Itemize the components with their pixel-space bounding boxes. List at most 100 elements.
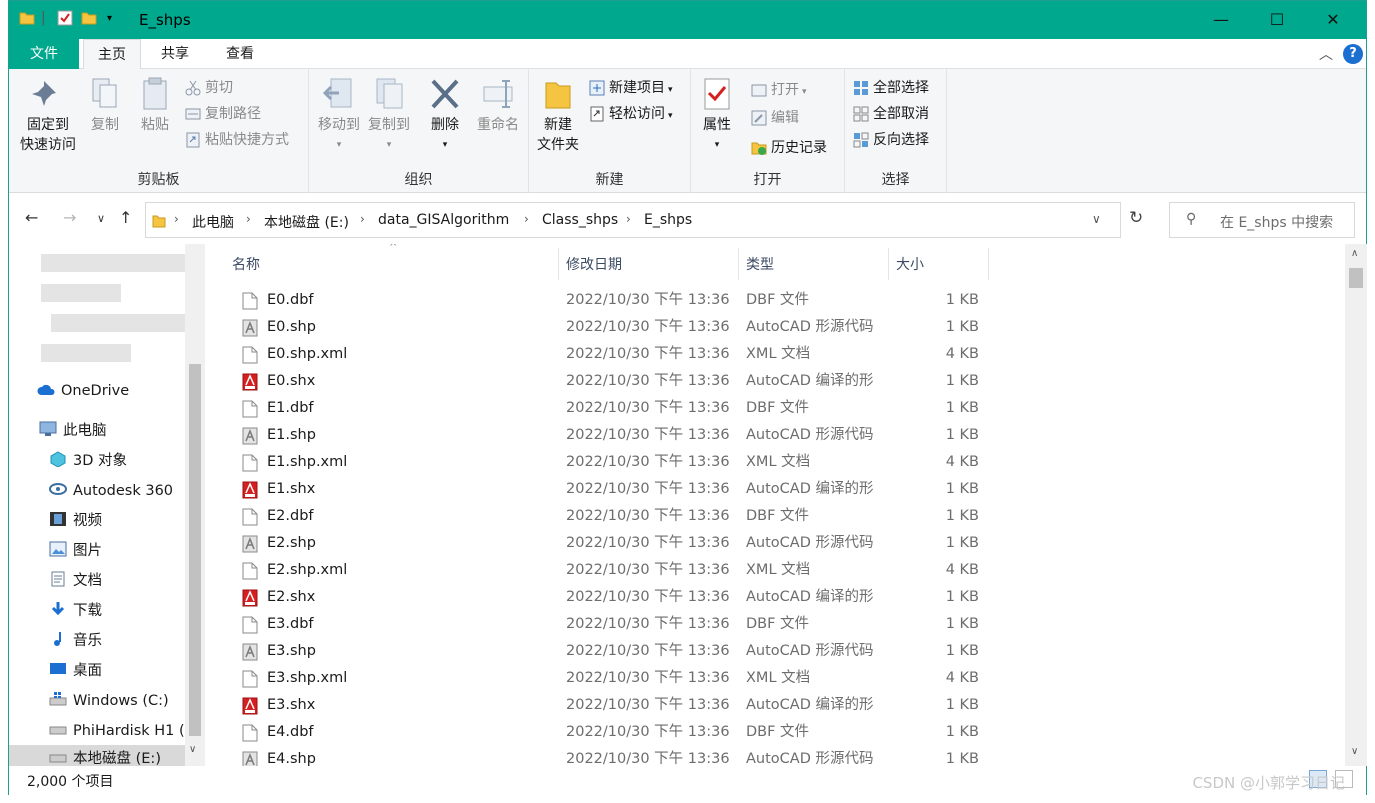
file-row[interactable]: E1.dbf 2022/10/30 下午 13:36 DBF 文件 1 KB xyxy=(225,395,985,422)
rename-button[interactable]: 重命名 xyxy=(473,77,523,135)
search-placeholder[interactable]: 在 E_shps 中搜索 xyxy=(1220,212,1333,232)
file-row[interactable]: E1.shp.xml 2022/10/30 下午 13:36 XML 文档 4 KB xyxy=(225,449,985,476)
recent-locations-icon[interactable]: ∨ xyxy=(97,212,105,225)
search-box[interactable]: ⚲ 在 E_shps 中搜索 xyxy=(1169,202,1355,238)
column-header-size[interactable]: 大小 xyxy=(896,254,924,274)
divider: | xyxy=(41,10,46,26)
nav-scrollbar[interactable]: ∨ xyxy=(185,244,205,766)
nav-item-onedrive[interactable]: OneDrive xyxy=(37,377,205,405)
pin-label-1: 固定到 xyxy=(27,117,69,133)
file-row[interactable]: E0.shx 2022/10/30 下午 13:36 AutoCAD 编译的形 1 K… xyxy=(225,368,985,395)
edit-button[interactable]: 编辑 xyxy=(751,107,799,129)
nav-item-desktop[interactable]: 桌面 xyxy=(49,657,205,685)
address-bar[interactable]: › 此电脑 › 本地磁盘 (E:) › data_GISAlgorithm › … xyxy=(145,202,1121,238)
file-row[interactable]: E2.shp 2022/10/30 下午 13:36 AutoCAD 形源代码 1 K… xyxy=(225,530,985,557)
minimize-button[interactable]: — xyxy=(1193,1,1249,39)
tab-file[interactable]: 文件 xyxy=(9,39,79,69)
nav-item-3d-objects[interactable]: 3D 对象 xyxy=(49,447,205,475)
address-dropdown-icon[interactable]: ∨ xyxy=(1092,212,1101,226)
file-row[interactable]: E2.shx 2022/10/30 下午 13:36 AutoCAD 编译的形 1 K… xyxy=(225,584,985,611)
close-button[interactable]: ✕ xyxy=(1305,1,1361,39)
column-header-type[interactable]: 类型 xyxy=(746,254,774,274)
file-row[interactable]: E2.shp.xml 2022/10/30 下午 13:36 XML 文档 4 KB xyxy=(225,557,985,584)
nav-item-pictures[interactable]: 图片 xyxy=(49,537,205,565)
file-size: 1 KB xyxy=(945,427,979,443)
file-row[interactable]: E3.shp.xml 2022/10/30 下午 13:36 XML 文档 4 KB xyxy=(225,665,985,692)
vertical-scrollbar[interactable]: ∧ ∨ xyxy=(1345,244,1367,766)
new-item-button[interactable]: 新建项目 ▾ xyxy=(589,77,673,99)
breadcrumb-data-gisalgorithm[interactable]: data_GISAlgorithm xyxy=(378,212,509,228)
back-arrow-icon[interactable]: ← xyxy=(25,208,38,227)
scroll-down-icon[interactable]: ∨ xyxy=(189,744,196,755)
refresh-icon[interactable]: ↻ xyxy=(1129,208,1143,228)
properties-quick-icon[interactable] xyxy=(57,10,73,30)
column-header-name[interactable]: 名称 xyxy=(232,254,260,274)
nav-item-documents[interactable]: 文档 xyxy=(49,567,205,595)
paste-shortcut-button[interactable]: 粘贴快捷方式 xyxy=(185,129,289,151)
delete-button[interactable]: 删除 ▾ xyxy=(425,77,465,155)
file-row[interactable]: E4.dbf 2022/10/30 下午 13:36 DBF 文件 1 KB xyxy=(225,719,985,746)
nav-item-phihardisk[interactable]: PhiHardisk H1 ( xyxy=(49,717,205,745)
pin-quick-access-button[interactable]: 固定到 快速访问 xyxy=(15,77,81,155)
file-row[interactable]: E0.shp 2022/10/30 下午 13:36 AutoCAD 形源代码 1 K… xyxy=(225,314,985,341)
select-all-button[interactable]: 全部选择 xyxy=(853,77,929,99)
select-none-icon xyxy=(853,106,869,122)
nav-item-this-pc[interactable]: 此电脑 xyxy=(39,417,205,445)
select-none-button[interactable]: 全部取消 xyxy=(853,103,929,125)
file-row[interactable]: E0.shp.xml 2022/10/30 下午 13:36 XML 文档 4 KB xyxy=(225,341,985,368)
tab-share[interactable]: 共享 xyxy=(147,39,203,69)
file-name: E0.dbf xyxy=(267,292,314,308)
column-divider[interactable] xyxy=(738,248,739,280)
move-to-button[interactable]: 移动到 ▾ xyxy=(315,77,363,155)
scroll-thumb[interactable] xyxy=(1349,268,1363,288)
file-row[interactable]: E0.dbf 2022/10/30 下午 13:36 DBF 文件 1 KB xyxy=(225,287,985,314)
file-row[interactable]: E3.shx 2022/10/30 下午 13:36 AutoCAD 编译的形 1 K… xyxy=(225,692,985,719)
file-row[interactable]: E3.shp 2022/10/30 下午 13:36 AutoCAD 形源代码 1 K… xyxy=(225,638,985,665)
paste-shortcut-label: 粘贴快捷方式 xyxy=(205,132,289,148)
copy-to-button[interactable]: 复制到 ▾ xyxy=(365,77,413,155)
nav-item-videos[interactable]: 视频 xyxy=(49,507,205,535)
chevron-down-icon: ▾ xyxy=(714,140,720,150)
open-button[interactable]: 打开 ▾ xyxy=(751,79,807,101)
copy-button[interactable]: 复制 xyxy=(85,77,125,135)
cut-button[interactable]: 剪切 xyxy=(185,77,233,99)
breadcrumb-e-shps[interactable]: E_shps xyxy=(644,212,692,228)
file-row[interactable]: E1.shx 2022/10/30 下午 13:36 AutoCAD 编译的形 1 K… xyxy=(225,476,985,503)
collapse-ribbon-icon[interactable]: ︿ xyxy=(1319,44,1333,64)
help-icon[interactable]: ? xyxy=(1343,44,1363,64)
properties-button[interactable]: 属性 ▾ xyxy=(697,77,737,155)
file-type: AutoCAD 形源代码 xyxy=(746,319,874,335)
file-row[interactable]: E2.dbf 2022/10/30 下午 13:36 DBF 文件 1 KB xyxy=(225,503,985,530)
nav-item-downloads[interactable]: 下载 xyxy=(49,597,205,625)
nav-scroll-thumb[interactable] xyxy=(189,364,201,736)
new-folder-quick-icon[interactable] xyxy=(81,10,97,30)
nav-item-autodesk-360[interactable]: Autodesk 360 xyxy=(49,477,205,505)
tab-home[interactable]: 主页 xyxy=(83,39,141,70)
breadcrumb-local-disk[interactable]: 本地磁盘 (E:) xyxy=(264,212,349,232)
new-folder-button[interactable]: 新建 文件夹 xyxy=(533,77,583,155)
up-arrow-icon[interactable]: ↑ xyxy=(119,208,132,227)
invert-selection-button[interactable]: 反向选择 xyxy=(853,129,929,151)
nav-item-local-disk-e[interactable]: 本地磁盘 (E:) xyxy=(9,745,185,766)
nav-item-windows-c[interactable]: Windows (C:) xyxy=(49,687,205,715)
copy-path-button[interactable]: 复制路径 xyxy=(185,103,261,125)
customize-quick-access-icon[interactable]: ▾ xyxy=(107,13,112,24)
breadcrumb-class-shps[interactable]: Class_shps xyxy=(542,212,618,228)
column-divider[interactable] xyxy=(988,248,989,280)
file-row[interactable]: E3.dbf 2022/10/30 下午 13:36 DBF 文件 1 KB xyxy=(225,611,985,638)
easy-access-button[interactable]: 轻松访问 ▾ xyxy=(589,103,673,125)
maximize-button[interactable]: ☐ xyxy=(1249,1,1305,39)
forward-arrow-icon[interactable]: → xyxy=(63,208,76,227)
nav-item-music[interactable]: 音乐 xyxy=(49,627,205,655)
column-divider[interactable] xyxy=(558,248,559,280)
tab-view[interactable]: 查看 xyxy=(212,39,268,69)
column-divider[interactable] xyxy=(888,248,889,280)
file-row[interactable]: E1.shp 2022/10/30 下午 13:36 AutoCAD 形源代码 1 K… xyxy=(225,422,985,449)
file-row[interactable]: E4.shp 2022/10/30 下午 13:36 AutoCAD 形源代码 1 K… xyxy=(225,746,985,766)
history-button[interactable]: 历史记录 xyxy=(751,137,827,159)
breadcrumb-this-pc[interactable]: 此电脑 xyxy=(192,212,234,232)
column-header-date[interactable]: 修改日期 xyxy=(566,254,622,274)
scroll-down-icon[interactable]: ∨ xyxy=(1351,746,1358,757)
paste-button[interactable]: 粘贴 xyxy=(135,77,175,135)
scroll-up-icon[interactable]: ∧ xyxy=(1351,248,1358,259)
